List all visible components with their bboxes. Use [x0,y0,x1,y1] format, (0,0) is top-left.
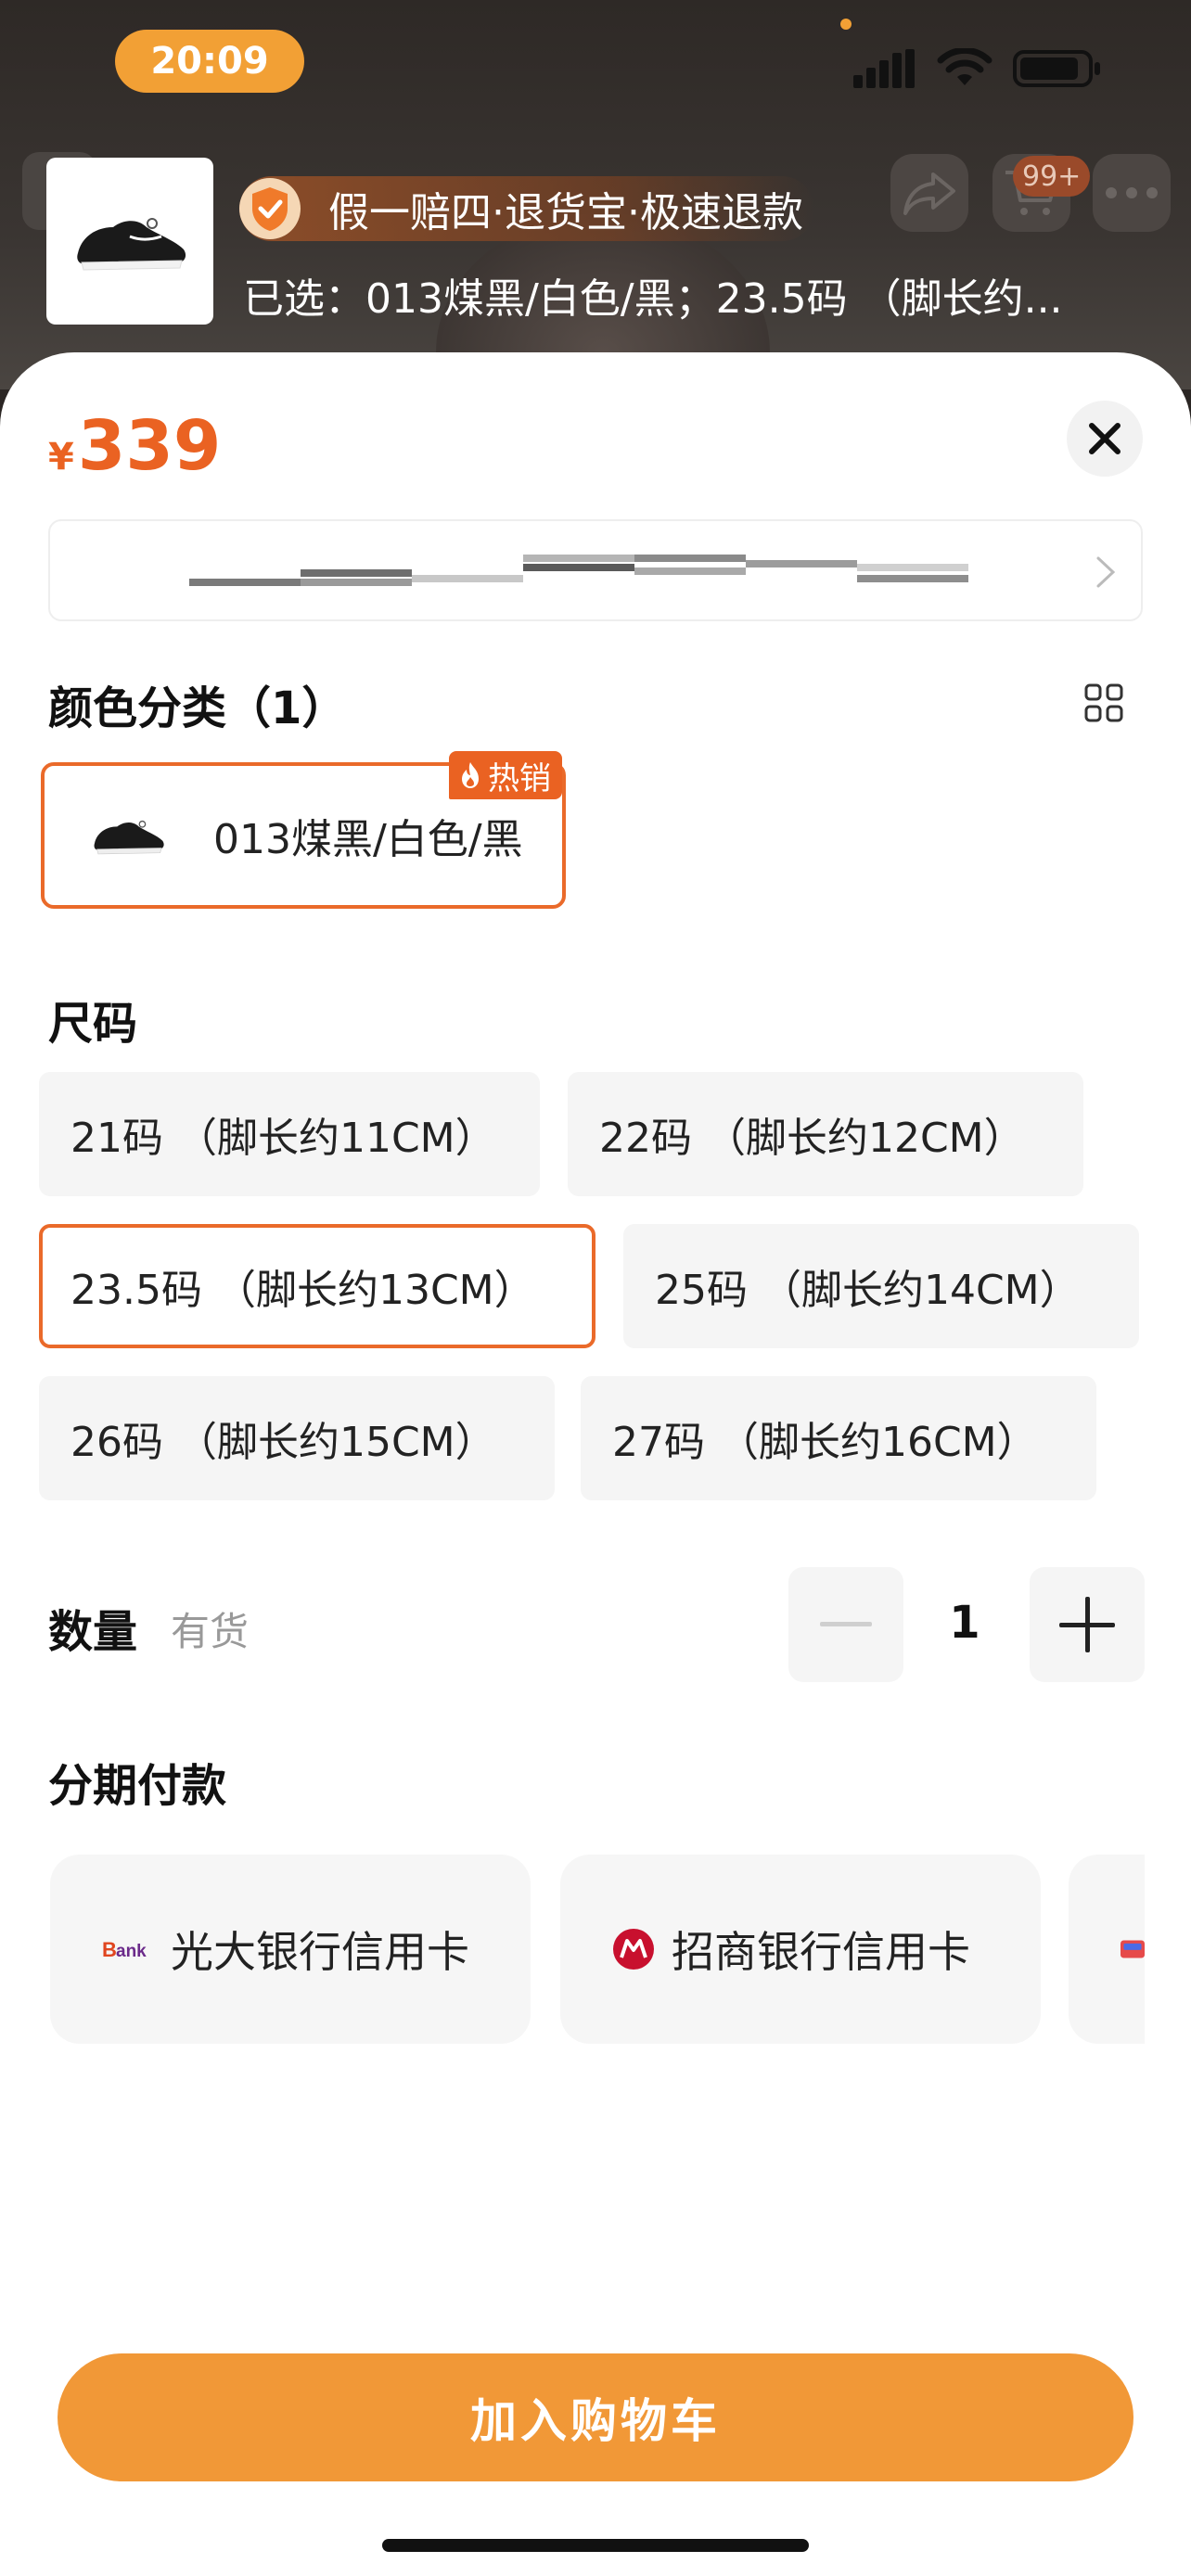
size-option-23-5[interactable]: 23.5码 （脚长约13CM） [39,1224,596,1348]
size-option-25[interactable]: 25码 （脚长约14CM） [623,1224,1139,1348]
stock-status: 有货 [171,1609,250,1654]
quantity-label: 数量 [48,1606,138,1658]
screen: 20:09 99+ 假一赔四·退货宝·极速退款 已选：013煤黑/白色/黑；23… [0,0,1191,2576]
price-currency: ¥ [48,436,74,478]
guarantee-text: 假一赔四·退货宝·极速退款 [328,189,803,236]
installment-card-ceb[interactable]: B ank 光大银行信用卡 [50,1855,531,2044]
product-thumbnail[interactable] [46,158,213,325]
shoe-image [77,218,186,271]
size-option-26[interactable]: 26码 （脚长约15CM） [39,1376,555,1500]
shield-check-icon [239,178,301,239]
quantity-decrement-button[interactable] [788,1567,903,1682]
quantity-value[interactable]: 1 [928,1597,1002,1649]
hot-sale-tag: 热销 [449,751,562,799]
share-button[interactable] [890,154,968,232]
flame-icon [462,762,479,788]
cellular-signal-icon [853,49,915,88]
quantity-increment-button[interactable] [1030,1567,1145,1682]
color-option-image [82,798,174,873]
size-option-27[interactable]: 27码 （脚长约16CM） [581,1376,1096,1500]
color-section-title: 颜色分类（1） [48,682,347,734]
installment-card-partial[interactable] [1069,1855,1145,2044]
ceb-bank-icon: B ank [102,1938,147,1961]
price: ¥ 339 [48,406,221,486]
svg-text:B: B [102,1938,117,1961]
add-to-cart-button[interactable]: 加入购物车 [58,2353,1133,2481]
size-section-title: 尺码 [48,998,138,1050]
share-icon [903,172,955,215]
size-option-22[interactable]: 22码 （脚长约12CM） [568,1072,1083,1196]
chevron-right-icon [1096,556,1116,588]
more-icon [1106,187,1158,198]
svg-text:ank: ank [116,1942,147,1961]
guarantee-banner[interactable]: 假一赔四·退货宝·极速退款 [239,176,814,241]
hot-sale-label: 热销 [488,759,551,797]
color-option-label: 013煤黑/白色/黑 [213,816,523,863]
more-button[interactable] [1093,154,1171,232]
price-value: 339 [77,406,222,486]
installment-section-title: 分期付款 [48,1760,227,1812]
installment-card-cmb[interactable]: 招商银行信用卡 [560,1855,1041,2044]
huabei-icon [1121,1940,1145,1958]
size-option-21[interactable]: 21码 （脚长约11CM） [39,1072,540,1196]
status-indicator-dot [840,19,852,30]
home-indicator[interactable] [382,2539,809,2552]
status-time: 20:09 [115,30,304,93]
status-icons [853,43,1102,95]
plus-icon [1059,1597,1115,1652]
close-button[interactable] [1067,401,1143,477]
installment-card-label: 招商银行信用卡 [672,1927,970,1977]
cmb-bank-icon [613,1929,654,1970]
close-icon [1089,423,1121,454]
installment-card-label: 光大银行信用卡 [171,1927,469,1977]
battery-icon [1013,50,1100,87]
shoe-image [94,820,164,855]
cart-count-badge: 99+ [1013,156,1091,197]
wifi-icon [937,48,992,85]
selected-spec-text: 已选：013煤黑/白色/黑；23.5码 （脚长约... [243,275,1063,323]
promotion-bar[interactable] [48,519,1143,621]
minus-icon [820,1622,872,1626]
grid-view-icon[interactable] [1083,682,1124,723]
